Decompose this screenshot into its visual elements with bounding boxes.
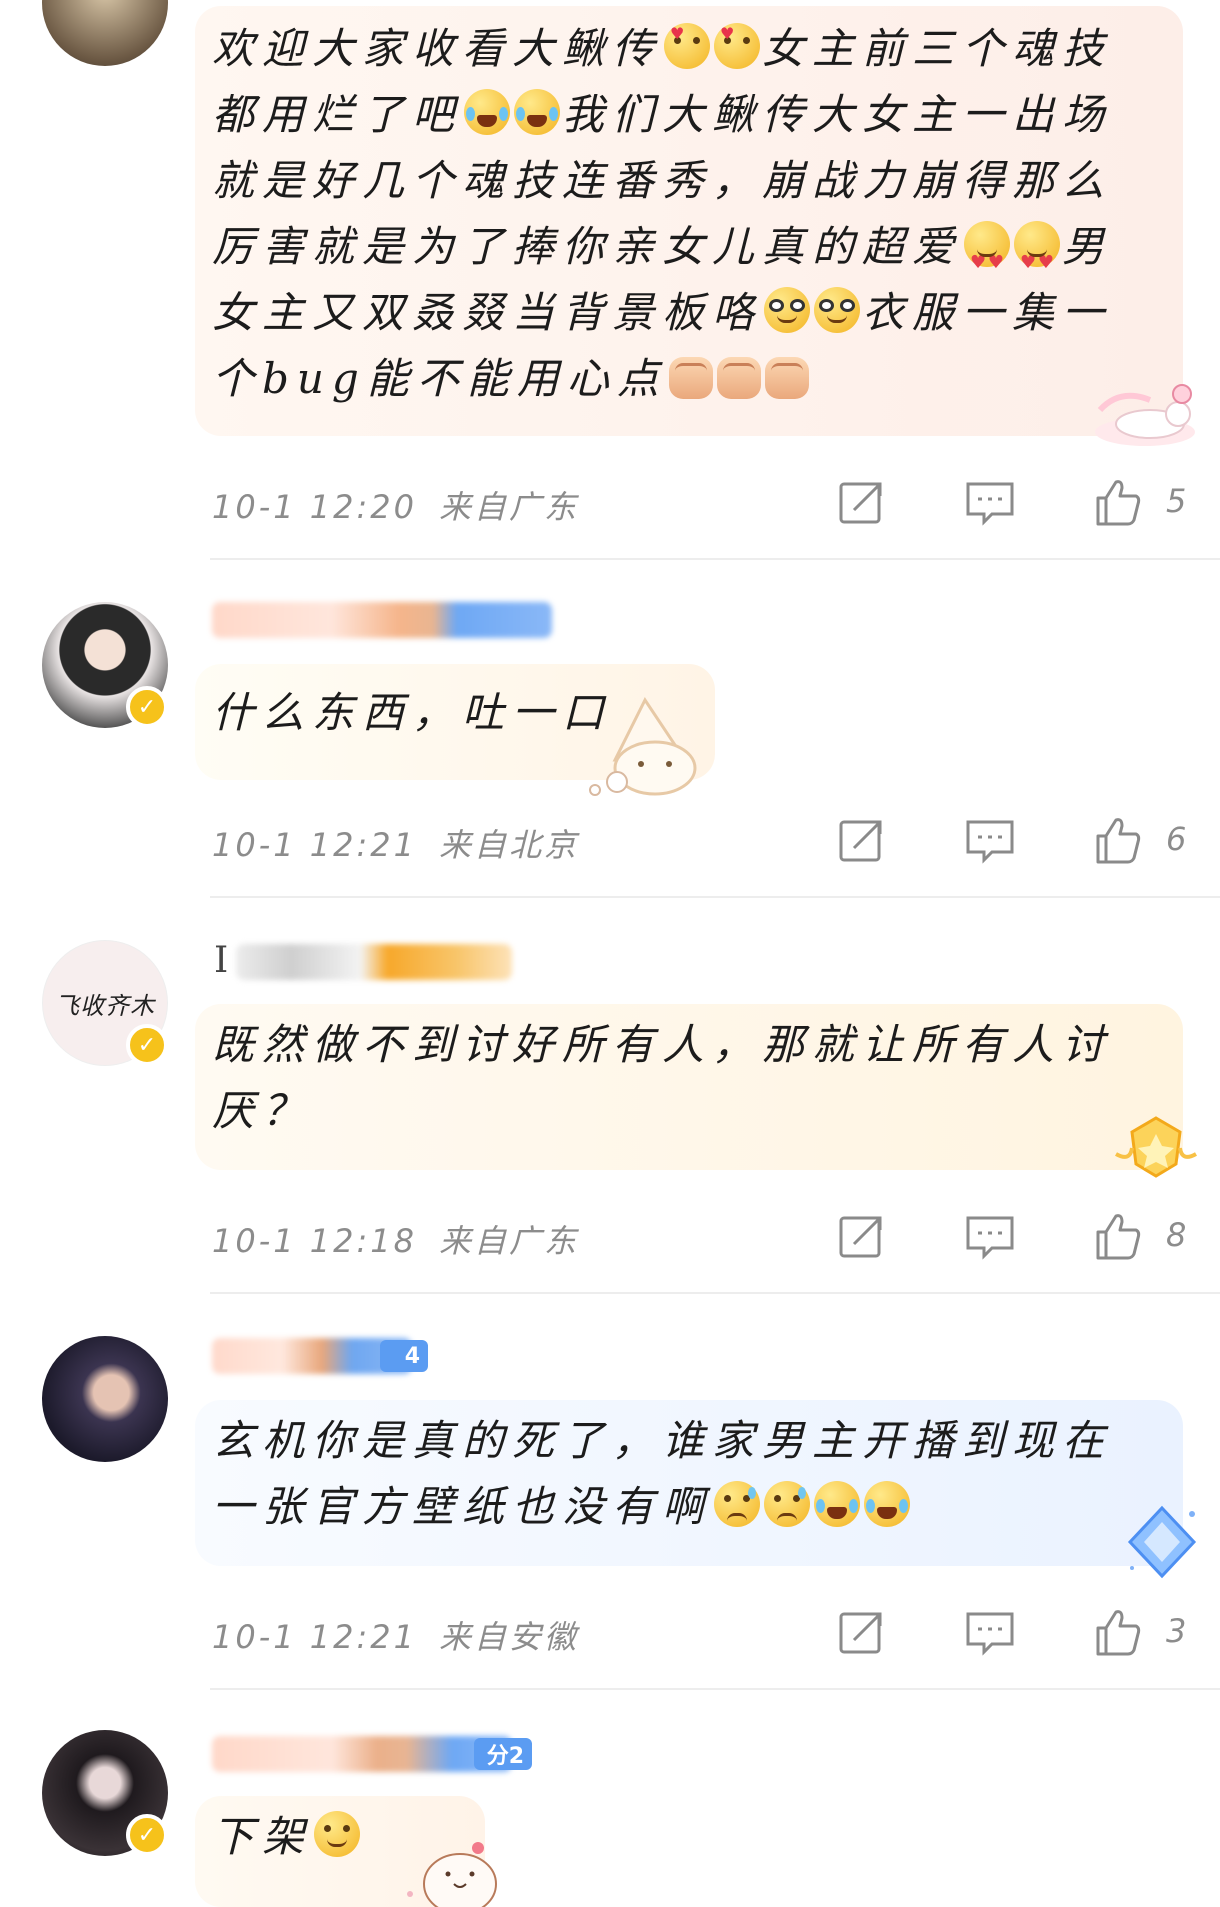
comment-icon[interactable]: [964, 1210, 1016, 1262]
share-icon[interactable]: [836, 476, 888, 528]
comment-timestamp: 10-1 12:20 来自广东: [212, 488, 580, 526]
crying-laughing-emoji-icon: [514, 89, 561, 135]
sweat-emoji-icon: [714, 1481, 761, 1527]
verified-badge-icon: ✓: [126, 1024, 168, 1066]
username[interactable]: 4: [212, 1338, 432, 1378]
divider: [210, 1292, 1220, 1294]
blue-gem-decoration: [1127, 1505, 1197, 1579]
avatar[interactable]: [42, 1336, 168, 1462]
divider: [210, 896, 1220, 898]
comment-text: 什么东西，吐一口: [212, 688, 613, 737]
crying-laughing-emoji-icon: [814, 1481, 861, 1527]
username-initial: I: [214, 940, 229, 981]
comment-meta: 10-1 12:21 来自安徽 3: [212, 1610, 1220, 1656]
comment-text: 下架: [212, 1804, 362, 1870]
comment-3: 飞收齐木 ✓ I 既然做不到讨好所有人，那就让所有人讨 厌？ 10-1 12:18…: [0, 900, 1220, 1296]
sweat-emoji-icon: [764, 1481, 811, 1527]
divider: [210, 1688, 1220, 1690]
share-icon[interactable]: [836, 1210, 888, 1262]
username[interactable]: I: [212, 940, 512, 984]
comment-meta: 10-1 12:20 来自广东 5: [212, 480, 1220, 526]
fist-emoji-icon: [716, 357, 761, 399]
heart-eyes-emoji-icon: ♥ ♥: [1014, 221, 1061, 273]
comment-1: 欢迎大家收看大鳅传 ♥ ♥ 女主前三个魂技 都用烂了吧 我们大鳅传大女主一出场 就是好几…: [0, 0, 1220, 560]
comment-icon[interactable]: [964, 476, 1016, 528]
nerd-emoji-icon: [814, 287, 861, 333]
comment-timestamp: 10-1 12:21 来自安徽: [212, 1618, 580, 1656]
comment-text: 既然做不到讨好所有人，那就让所有人讨 厌？: [212, 1020, 1113, 1135]
comment-text: 欢迎大家收看大鳅传 ♥ ♥ 女主前三个魂技 都用烂了吧 我们大鳅传大女主一出场 就是好几…: [212, 23, 1113, 403]
comment-meta: 10-1 12:18 来自广东 8: [212, 1214, 1220, 1260]
bunny-decoration: [407, 1842, 497, 1907]
like-icon[interactable]: [1092, 1210, 1144, 1262]
comment-icon[interactable]: [964, 814, 1016, 866]
comment-2: ✓ 什么东西，吐一口 10-1 12:21 来自北京 6: [0, 560, 1220, 900]
fist-emoji-icon: [668, 357, 713, 399]
fan-level-badge: 4: [380, 1340, 428, 1372]
share-icon[interactable]: [836, 1606, 888, 1658]
like-count: 8: [1166, 1216, 1187, 1254]
like-icon[interactable]: [1092, 1606, 1144, 1658]
fist-emoji-icon: [764, 357, 809, 399]
username[interactable]: [212, 602, 552, 642]
nerd-emoji-icon: [764, 287, 811, 333]
comment-icon[interactable]: [964, 1606, 1016, 1658]
like-icon[interactable]: [1092, 476, 1144, 528]
avatar[interactable]: [42, 0, 168, 66]
comment-5: ✓ 分2 下架: [0, 1692, 1220, 1907]
like-icon[interactable]: [1092, 814, 1144, 866]
avatar-calligraphy: 飞收齐木: [55, 991, 155, 1020]
fan-level-badge: 分2: [474, 1738, 532, 1770]
bunny-decoration: [589, 697, 697, 796]
crying-laughing-emoji-icon: [464, 89, 511, 135]
share-icon[interactable]: [836, 814, 888, 866]
comment-4: 4 玄机你是真的死了，谁家男主开播到现在 一张官方壁纸也没有啊 10-1 12:…: [0, 1296, 1220, 1692]
like-count: 5: [1166, 482, 1187, 520]
like-count: 6: [1166, 820, 1187, 858]
like-count: 3: [1166, 1612, 1187, 1650]
verified-badge-icon: ✓: [126, 1814, 168, 1856]
kiss-emoji-icon: ♥: [664, 23, 711, 69]
comment-text: 玄机你是真的死了，谁家男主开播到现在 一张官方壁纸也没有啊: [212, 1416, 1113, 1531]
comment-timestamp: 10-1 12:21 来自北京: [212, 826, 580, 864]
comment-meta: 10-1 12:21 来自北京 6: [212, 818, 1220, 864]
username[interactable]: 分2: [212, 1736, 532, 1776]
kiss-emoji-icon: ♥: [714, 23, 761, 69]
heart-eyes-emoji-icon: ♥ ♥: [964, 221, 1011, 273]
smile-emoji-icon: [314, 1811, 361, 1857]
comment-timestamp: 10-1 12:18 来自广东: [212, 1222, 580, 1260]
crying-laughing-emoji-icon: [864, 1481, 911, 1527]
verified-badge-icon: ✓: [126, 686, 168, 728]
